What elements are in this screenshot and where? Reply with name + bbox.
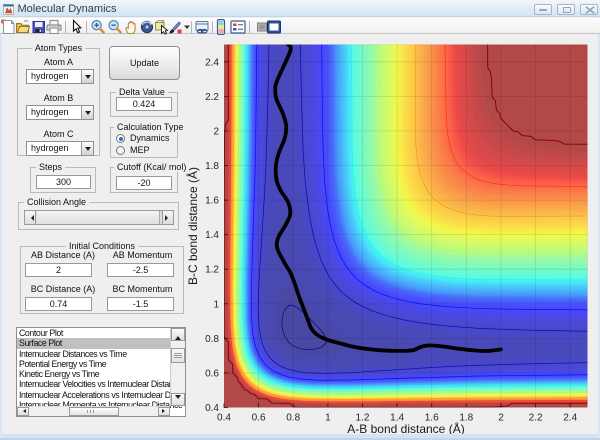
svg-text:0.6: 0.6 [205,368,219,379]
svg-text:1.8: 1.8 [205,161,219,172]
svg-text:2.4: 2.4 [205,57,219,68]
svg-text:1: 1 [325,412,331,423]
svg-text:0.8: 0.8 [286,412,300,423]
svg-text:1.4: 1.4 [205,230,219,241]
svg-text:1.2: 1.2 [205,265,219,276]
svg-text:0.6: 0.6 [252,412,266,423]
svg-text:0.4: 0.4 [205,403,219,414]
svg-text:1.6: 1.6 [205,196,219,207]
svg-text:2.4: 2.4 [563,412,577,423]
svg-text:2.2: 2.2 [205,92,219,103]
svg-text:0.4: 0.4 [217,412,231,423]
svg-text:0.8: 0.8 [205,334,219,345]
svg-text:B-C bond distance (Å): B-C bond distance (Å) [185,167,200,285]
svg-text:1: 1 [213,299,219,310]
svg-text:2.2: 2.2 [529,412,543,423]
svg-text:2: 2 [498,412,504,423]
svg-text:2: 2 [213,126,219,137]
svg-text:A-B bond distance (Å): A-B bond distance (Å) [347,421,464,436]
